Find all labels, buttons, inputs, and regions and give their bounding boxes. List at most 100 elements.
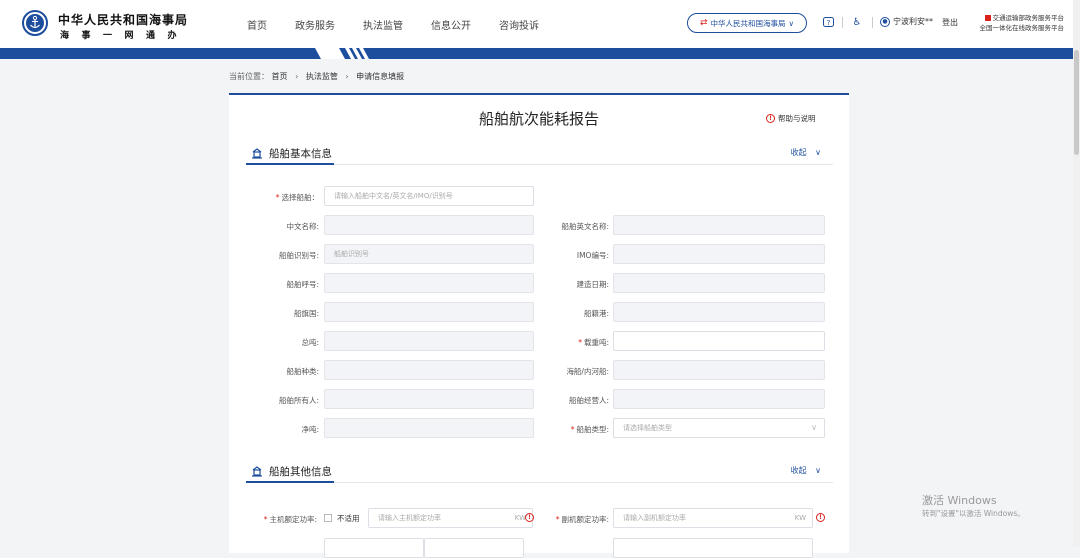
field-input[interactable] [324, 418, 534, 438]
section-underline [246, 481, 334, 483]
msa-logo[interactable] [22, 10, 48, 36]
field-label: 船舶种类: [286, 367, 319, 376]
field-input[interactable] [613, 273, 825, 293]
section-other-title: 船舶其他信息 [269, 466, 332, 478]
field-input[interactable] [324, 360, 534, 380]
form-card: 船舶航次能耗报告 ! 帮助与说明 船舶基本信息 收起 ∨ * 选择船舶： 请输入船… [229, 93, 849, 558]
warning-icon: ! [525, 513, 534, 522]
field-label: 船舶英文名称: [561, 222, 609, 231]
info-icon: ! [766, 114, 775, 123]
top-header: 中华人民共和国海事局 海事一网通办 首页 政务服务 执法监管 信息公开 咨询投诉… [0, 0, 1080, 48]
main-engine-placeholder: 请输入主机额定功率 [378, 514, 441, 522]
field-value: 请选择船舶类型 [623, 424, 672, 432]
main-engine-input[interactable]: 请输入主机额定功率 KW [368, 508, 533, 528]
page-scrollbar[interactable] [1073, 0, 1080, 546]
chevron-up-icon: ∨ [815, 466, 821, 475]
logout-link[interactable]: 登出 [942, 17, 958, 28]
stripe-decoration-icon [315, 48, 369, 59]
not-applicable-checkbox[interactable] [324, 514, 332, 522]
nav-info-public[interactable]: 信息公开 [431, 17, 471, 32]
user-account[interactable]: ● 宁波利安** [880, 16, 933, 27]
warning-icon: ! [816, 513, 825, 522]
breadcrumb-current: 申请信息填报 [356, 72, 405, 81]
activate-windows-hint: 转到"设置"以激活 Windows。 [922, 509, 1025, 518]
select-ship-input[interactable]: 请输入船舶中文名/英文名/IMO/识别号 [324, 186, 534, 206]
partial-input[interactable] [613, 538, 813, 558]
chevron-up-icon: ∨ [815, 148, 821, 157]
platform-line1: 交通运输部政务服务平台 [992, 14, 1065, 22]
field-label: 船舶呼号: [286, 280, 319, 289]
nav-enforcement[interactable]: 执法监管 [363, 17, 403, 32]
field-input[interactable] [324, 215, 534, 235]
aux-engine-placeholder: 请输入副机额定功率 [623, 514, 686, 522]
aux-engine-input[interactable]: 请输入副机额定功率 KW [613, 508, 813, 528]
chevron-down-icon: ∨ [788, 18, 795, 28]
red-square-icon [984, 15, 991, 21]
platform-links[interactable]: 交通运输部政务服务平台 全国一体化在线政务服务平台 [972, 13, 1065, 33]
field-input[interactable]: 船舶识别号 [324, 244, 534, 264]
breadcrumb: 当前位置： 首页 › 执法监管 › 申请信息填报 [229, 71, 404, 82]
field-input[interactable] [613, 302, 825, 322]
field-input[interactable] [613, 331, 825, 351]
field-input[interactable] [324, 302, 534, 322]
field-label: 船舶经营人: [568, 396, 609, 405]
ship-icon [252, 466, 262, 477]
field-input[interactable] [324, 389, 534, 409]
user-name: 宁波利安** [893, 17, 933, 26]
nav-gov-services[interactable]: 政务服务 [295, 17, 335, 32]
field-label: 建造日期: [576, 280, 609, 289]
not-applicable-label: 不适用 [337, 514, 360, 523]
field-value: 船舶识别号 [334, 250, 369, 258]
field-label: * 载重吨: [578, 338, 609, 347]
field-label: 船舶所有人: [278, 396, 319, 405]
field-label: 海船/内河船: [566, 367, 609, 376]
main-nav: 首页 政务服务 执法监管 信息公开 咨询投诉 [247, 17, 567, 32]
field-input[interactable] [324, 273, 534, 293]
section-basic-title: 船舶基本信息 [269, 148, 332, 160]
field-label: IMO编号: [576, 251, 609, 260]
collapse-label: 收起 [790, 148, 807, 157]
help-icon[interactable]: ? [822, 16, 834, 28]
org-subtitle: 海事一网通办 [60, 31, 190, 41]
select-ship-label: * 选择船舶： [275, 193, 319, 202]
divider [872, 17, 873, 28]
help-link[interactable]: ! 帮助与说明 [766, 113, 816, 124]
ship-type-select[interactable]: 请选择船舶类型 ∨ [613, 418, 825, 438]
partial-input[interactable] [324, 538, 424, 558]
unit-label: KW [794, 514, 806, 522]
aux-engine-label: * 副机额定功率: [555, 515, 609, 524]
field-label: 船旗国: [293, 309, 319, 318]
breadcrumb-home[interactable]: 首页 [272, 72, 288, 81]
field-label: 总吨: [301, 338, 319, 347]
nav-consult[interactable]: 咨询投诉 [499, 17, 539, 32]
scrollbar-thumb[interactable] [1074, 50, 1079, 155]
section-underline [246, 163, 334, 165]
divider [842, 17, 843, 28]
page-title: 船舶航次能耗报告 [478, 110, 599, 128]
header-blue-bar [0, 48, 1080, 59]
field-input[interactable] [613, 389, 825, 409]
platform-line2: 全国一体化在线政务服务平台 [979, 24, 1065, 32]
ship-icon [252, 148, 262, 159]
org-selector[interactable]: ⇄ 中华人民共和国海事局 ∨ [687, 13, 807, 33]
partial-input[interactable] [424, 538, 524, 558]
field-input[interactable] [613, 215, 825, 235]
org-name: 中华人民共和国海事局 [58, 13, 189, 27]
main-engine-label: * 主机额定功率: [263, 515, 317, 524]
svg-text:?: ? [826, 19, 830, 27]
breadcrumb-sep: › [295, 72, 299, 81]
field-label: * 船舶类型: [570, 425, 609, 434]
section-basic-header: 船舶基本信息 收起 ∨ [246, 143, 833, 165]
collapse-label: 收起 [790, 466, 807, 475]
field-input[interactable] [613, 244, 825, 264]
section-other-header: 船舶其他信息 收起 ∨ [246, 461, 833, 483]
accessibility-icon[interactable]: ♿ [851, 16, 863, 28]
nav-home[interactable]: 首页 [247, 17, 267, 32]
breadcrumb-enforcement[interactable]: 执法监管 [306, 72, 338, 81]
org-selector-label: 中华人民共和国海事局 [710, 18, 786, 28]
collapse-toggle[interactable]: 收起 ∨ [791, 465, 821, 476]
field-input[interactable] [613, 360, 825, 380]
collapse-toggle[interactable]: 收起 ∨ [791, 147, 821, 158]
field-input[interactable] [324, 331, 534, 351]
field-label: 船舶识别号: [278, 251, 319, 260]
